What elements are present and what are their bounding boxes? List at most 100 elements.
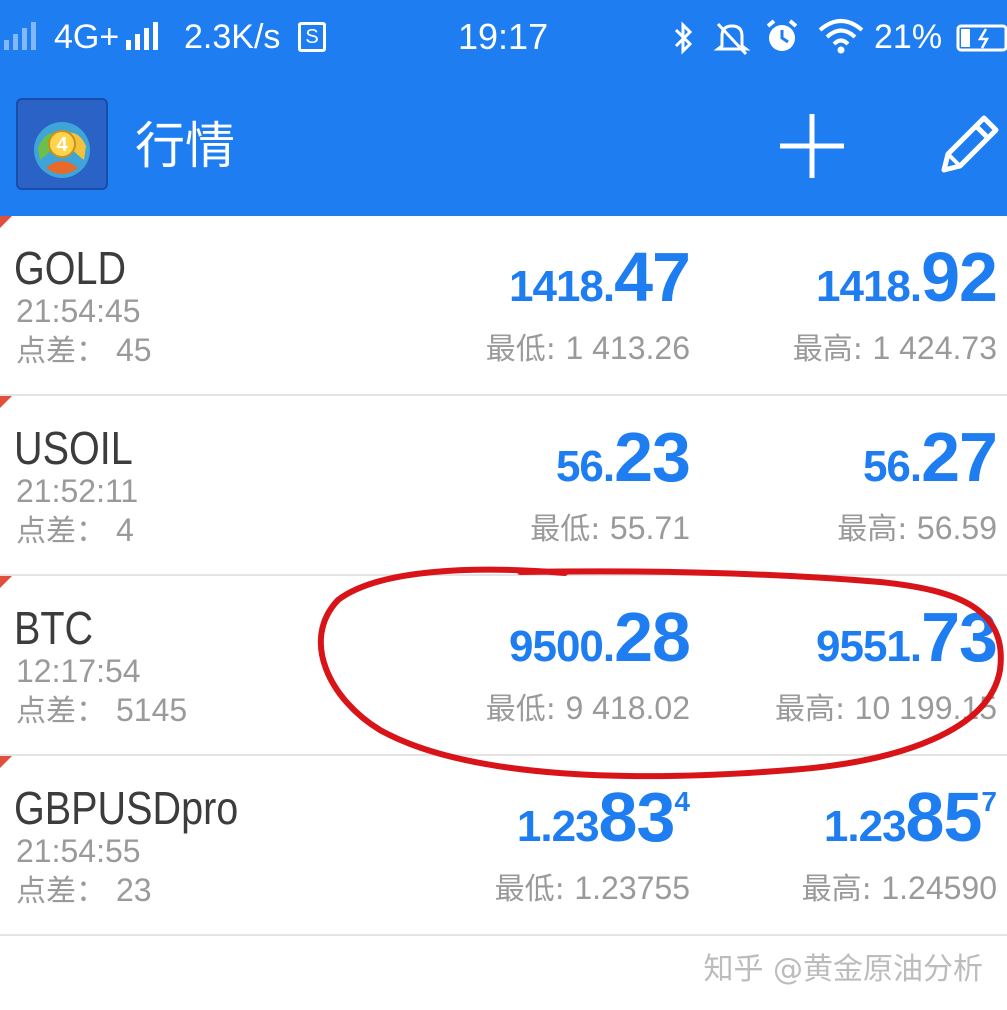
spread: 点差： 45 — [16, 330, 152, 372]
ask-price: 9551.73 — [816, 602, 998, 672]
mute-icon — [713, 22, 751, 56]
pencil-icon — [941, 115, 999, 173]
symbol-name: GOLD — [14, 242, 127, 294]
high-price: 最高: 56.59 — [837, 508, 997, 550]
row-indicator — [0, 576, 12, 588]
ask-price: 1.23857 — [824, 782, 997, 852]
bid-price-main: 56. — [555, 442, 615, 491]
quote-row-usoil[interactable]: USOIL 21:52:11 点差： 4 56.23 56.27 最低: 55.71 最高: … — [0, 396, 1007, 576]
ask-price-big: 27 — [921, 418, 998, 496]
ask-price-main: 9551. — [816, 622, 922, 671]
bid-price-big: 23 — [614, 418, 691, 496]
signal-icon — [4, 20, 36, 50]
high-label: 最高: — [774, 692, 846, 727]
quote-time: 21:52:11 — [16, 473, 139, 509]
wifi-icon — [818, 19, 864, 54]
low-price: 最低: 55.71 — [530, 508, 690, 550]
ask-price: 56.27 — [862, 422, 998, 492]
ask-price-main: 56. — [862, 442, 922, 491]
low-label: 最低: — [494, 872, 565, 907]
app-bar: 4 行情 — [0, 76, 1007, 216]
spread: 点差： 23 — [16, 870, 152, 912]
alarm-icon — [766, 19, 798, 51]
spread-value: 45 — [116, 332, 152, 368]
ask-price-big: 73 — [921, 598, 998, 676]
spread-label: 点差： — [16, 514, 106, 549]
plus-icon — [780, 114, 844, 178]
bid-price-main: 1418. — [509, 262, 615, 311]
bid-price: 9500.28 — [509, 602, 691, 672]
high-price: 最高: 1.24590 — [802, 868, 997, 910]
low-value: 55.71 — [609, 510, 690, 546]
page-title: 行情 — [135, 117, 235, 175]
high-label: 最高: — [801, 872, 872, 907]
quote-time: 21:54:45 — [16, 293, 141, 329]
sim-icon-letter: S — [305, 26, 319, 48]
bid-price: 1418.47 — [509, 242, 691, 312]
low-price: 最低: 1 413.26 — [486, 328, 690, 370]
bid-price-main: 9500. — [509, 622, 615, 671]
bid-price-big: 83 — [598, 778, 676, 856]
spread-value: 5145 — [116, 692, 188, 728]
ask-price-big: 85 — [905, 778, 983, 856]
svg-text:4: 4 — [56, 134, 68, 156]
spread-label: 点差： — [16, 874, 106, 909]
row-indicator — [0, 396, 12, 408]
spread-value: 23 — [116, 872, 152, 908]
quote-row-gbpusdpro[interactable]: GBPUSDpro 21:54:55 点差： 23 1.23834 1.23857 最低: … — [0, 756, 1007, 936]
low-value: 1 413.26 — [565, 330, 690, 366]
high-price: 最高: 10 199.15 — [775, 688, 997, 730]
signal-icon — [126, 20, 158, 50]
ask-price-main: 1418. — [816, 262, 922, 311]
symbol-name: GBPUSDpro — [14, 782, 239, 834]
symbol-name: BTC — [14, 602, 94, 654]
high-value: 56.59 — [916, 510, 997, 546]
bid-price: 1.23834 — [517, 782, 690, 852]
watermark: 知乎 @黄金原油分析 — [703, 952, 983, 987]
ask-price-big: 92 — [921, 238, 998, 316]
spread-label: 点差： — [16, 694, 106, 729]
high-value: 10 199.15 — [854, 690, 997, 726]
spread-label: 点差： — [16, 334, 106, 369]
ask-price: 1418.92 — [816, 242, 998, 312]
network-type: 4G+ — [54, 18, 120, 56]
row-indicator — [0, 216, 12, 228]
low-label: 最低: — [530, 512, 601, 547]
battery-icon — [956, 24, 1007, 52]
low-value: 9 418.02 — [565, 690, 690, 726]
quote-time: 21:54:55 — [16, 833, 141, 869]
ask-price-pip: 7 — [981, 786, 997, 817]
row-indicator — [0, 756, 12, 768]
symbol-name: USOIL — [14, 422, 133, 474]
quote-row-gold[interactable]: GOLD 21:54:45 点差： 45 1418.47 1418.92 最低: 1 413… — [0, 216, 1007, 396]
bid-price-big: 28 — [614, 598, 691, 676]
spread: 点差： 5145 — [16, 690, 187, 732]
low-price: 最低: 9 418.02 — [486, 688, 690, 730]
high-value: 1.24590 — [881, 870, 997, 906]
high-label: 最高: — [837, 512, 908, 547]
high-value: 1 424.73 — [872, 330, 997, 366]
spread-value: 4 — [116, 512, 134, 548]
bluetooth-icon — [674, 21, 693, 55]
bid-price-pip: 4 — [674, 786, 690, 817]
low-value: 1.23755 — [574, 870, 690, 906]
status-bar: 4G+ 2.3K/s S 19:17 21% — [0, 0, 1007, 76]
sim-icon: S — [298, 22, 326, 52]
spread: 点差： 4 — [16, 510, 134, 552]
high-price: 最高: 1 424.73 — [793, 328, 997, 370]
ask-price-main: 1.23 — [823, 802, 907, 851]
battery-percent: 21% — [874, 18, 943, 56]
low-label: 最低: — [485, 692, 556, 727]
add-symbol-button[interactable] — [770, 110, 854, 182]
clock: 19:17 — [458, 16, 549, 57]
network-speed: 2.3K/s — [184, 18, 281, 56]
bid-price-main: 1.23 — [516, 802, 600, 851]
edit-button[interactable] — [932, 106, 1004, 188]
metatrader-logo-icon: 4 — [16, 98, 108, 190]
low-price: 最低: 1.23755 — [495, 868, 690, 910]
quote-row-btc[interactable]: BTC 12:17:54 点差： 5145 9500.28 9551.73 最低: 9 41… — [0, 576, 1007, 756]
high-label: 最高: — [792, 332, 863, 367]
low-label: 最低: — [485, 332, 556, 367]
bid-price: 56.23 — [555, 422, 691, 492]
bid-price-big: 47 — [614, 238, 691, 316]
